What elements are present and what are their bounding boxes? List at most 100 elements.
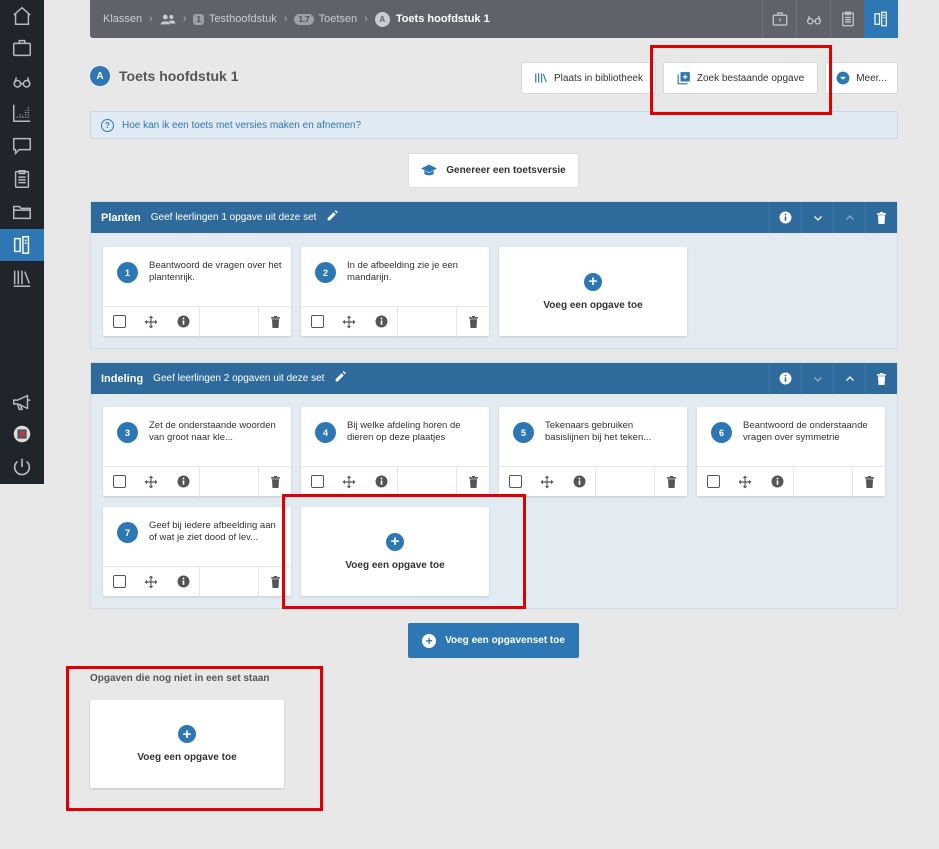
- chart-icon[interactable]: [0, 97, 44, 129]
- move-icon[interactable]: [531, 467, 563, 497]
- item-card[interactable]: 1 Beantwoord de vragen over het plantenr…: [103, 247, 291, 337]
- trash-icon[interactable]: [259, 307, 291, 337]
- move-icon[interactable]: [333, 307, 365, 337]
- set-name: Indeling: [101, 372, 144, 385]
- home-icon[interactable]: [0, 0, 44, 32]
- chevron-right-icon: ›: [149, 13, 153, 25]
- trash-icon[interactable]: [853, 467, 885, 497]
- glasses-icon[interactable]: [0, 65, 44, 97]
- item-text: Beantwoord de onderstaande vragen over s…: [743, 420, 868, 443]
- item-card[interactable]: 7 Geef bij iedere afbeelding aan of wat …: [103, 507, 291, 597]
- breadcrumb-klassen[interactable]: Klassen: [103, 13, 142, 25]
- info-icon[interactable]: [365, 307, 397, 337]
- info-icon[interactable]: [167, 567, 199, 597]
- library-icon: [535, 73, 547, 83]
- item-text: Beantwoord de vragen over het plantenrij…: [149, 260, 282, 283]
- generate-version-button[interactable]: Genereer een toetsversie: [408, 153, 579, 188]
- move-icon[interactable]: [729, 467, 761, 497]
- help-link[interactable]: ? Hoe kan ik een toets met versies maken…: [90, 111, 898, 139]
- select-checkbox[interactable]: [697, 467, 729, 497]
- item-text: Zet de onderstaande woorden van groot na…: [149, 420, 276, 443]
- select-checkbox[interactable]: [301, 467, 333, 497]
- move-icon[interactable]: [135, 567, 167, 597]
- tests-icon[interactable]: [864, 0, 898, 38]
- item-card[interactable]: 4 Bij welke afdeling horen de dieren op …: [301, 407, 489, 497]
- pencil-icon[interactable]: [334, 370, 347, 388]
- item-card[interactable]: 3 Zet de onderstaande woorden van groot …: [103, 407, 291, 497]
- library-button[interactable]: Plaats in bibliotheek: [521, 62, 656, 94]
- add-item-set-label: Voeg een opgavenset toe: [445, 635, 565, 646]
- megaphone-icon[interactable]: [0, 386, 44, 418]
- chevron-right-icon: ›: [364, 13, 368, 25]
- add-item-button[interactable]: + Voeg een opgave toe: [499, 247, 687, 336]
- item-number: 4: [315, 422, 336, 443]
- move-icon[interactable]: [135, 467, 167, 497]
- breadcrumb-tests[interactable]: 1.7 Toetsen: [294, 13, 357, 25]
- item-number: 5: [513, 422, 534, 443]
- plus-icon: +: [584, 272, 602, 291]
- select-checkbox[interactable]: [301, 307, 333, 337]
- tests-icon[interactable]: [0, 229, 44, 261]
- info-icon[interactable]: [761, 467, 793, 497]
- clipboard-icon[interactable]: [830, 0, 864, 38]
- info-icon[interactable]: [365, 467, 397, 497]
- item-number: 2: [315, 262, 336, 283]
- item-text: In de afbeelding zie je een mandarijn.: [347, 260, 458, 283]
- question-icon: ?: [101, 118, 114, 132]
- info-icon[interactable]: [769, 363, 801, 394]
- power-icon[interactable]: [0, 451, 44, 483]
- item-card[interactable]: 6 Beantwoord de onderstaande vragen over…: [697, 407, 885, 497]
- set-description: Geef leerlingen 1 opgave uit deze set: [150, 212, 317, 223]
- briefcase-icon[interactable]: [0, 32, 44, 64]
- trash-icon[interactable]: [457, 467, 489, 497]
- sidebar: [0, 0, 44, 484]
- highlight-box: [282, 494, 526, 609]
- folder-icon[interactable]: [0, 196, 44, 228]
- item-text: Bij welke afdeling horen de dieren op de…: [347, 420, 461, 443]
- item-text: Tekenaars gebruiken basislijnen bij het …: [545, 420, 652, 443]
- item-text: Geef bij iedere afbeelding aan of wat je…: [149, 520, 276, 543]
- chevron-up-icon[interactable]: [833, 363, 865, 394]
- library-icon[interactable]: [0, 262, 44, 294]
- current-badge: A: [374, 11, 390, 27]
- move-icon[interactable]: [135, 307, 167, 337]
- info-icon[interactable]: [167, 467, 199, 497]
- briefcase-icon[interactable]: [762, 0, 796, 38]
- glasses-icon[interactable]: [796, 0, 830, 38]
- chevron-up-icon[interactable]: [833, 202, 865, 233]
- select-checkbox[interactable]: [499, 467, 531, 497]
- item-card[interactable]: 2 In de afbeelding zie je een mandarijn.: [301, 247, 489, 337]
- breadcrumb-current-label: Toets hoofdstuk 1: [395, 13, 490, 25]
- trash-icon[interactable]: [865, 363, 897, 394]
- trash-icon[interactable]: [865, 202, 897, 233]
- graduation-cap-icon: [421, 164, 438, 176]
- more-button[interactable]: Meer...: [825, 62, 898, 94]
- item-toolbar: [103, 306, 291, 337]
- pencil-icon[interactable]: [326, 209, 339, 227]
- chat-icon[interactable]: [0, 130, 44, 162]
- library-button-label: Plaats in bibliotheek: [554, 72, 643, 84]
- trash-icon[interactable]: [655, 467, 687, 497]
- chevron-down-icon[interactable]: [801, 363, 833, 394]
- info-icon[interactable]: [167, 307, 199, 337]
- move-icon[interactable]: [333, 467, 365, 497]
- chevron-down-icon[interactable]: [801, 202, 833, 233]
- title-badge: A: [90, 66, 110, 86]
- item-number: 7: [117, 522, 138, 543]
- item-card[interactable]: 5 Tekenaars gebruiken basislijnen bij he…: [499, 407, 687, 497]
- trash-icon[interactable]: [259, 467, 291, 497]
- select-checkbox[interactable]: [103, 307, 135, 337]
- info-icon[interactable]: [563, 467, 595, 497]
- breadcrumb-chapter[interactable]: 1 Testhoofdstuk: [193, 13, 277, 25]
- group-icon[interactable]: [160, 13, 176, 25]
- trash-icon[interactable]: [457, 307, 489, 337]
- select-checkbox[interactable]: [103, 567, 135, 597]
- info-icon[interactable]: [769, 202, 801, 233]
- clipboard-icon[interactable]: [0, 163, 44, 195]
- breadcrumb-chapter-label: Testhoofdstuk: [208, 13, 277, 25]
- item-toolbar: [301, 306, 489, 337]
- add-item-set-button[interactable]: + Voeg een opgavenset toe: [408, 623, 579, 658]
- avatar[interactable]: [0, 418, 44, 450]
- tests-badge: 1.7: [294, 13, 314, 25]
- select-checkbox[interactable]: [103, 467, 135, 497]
